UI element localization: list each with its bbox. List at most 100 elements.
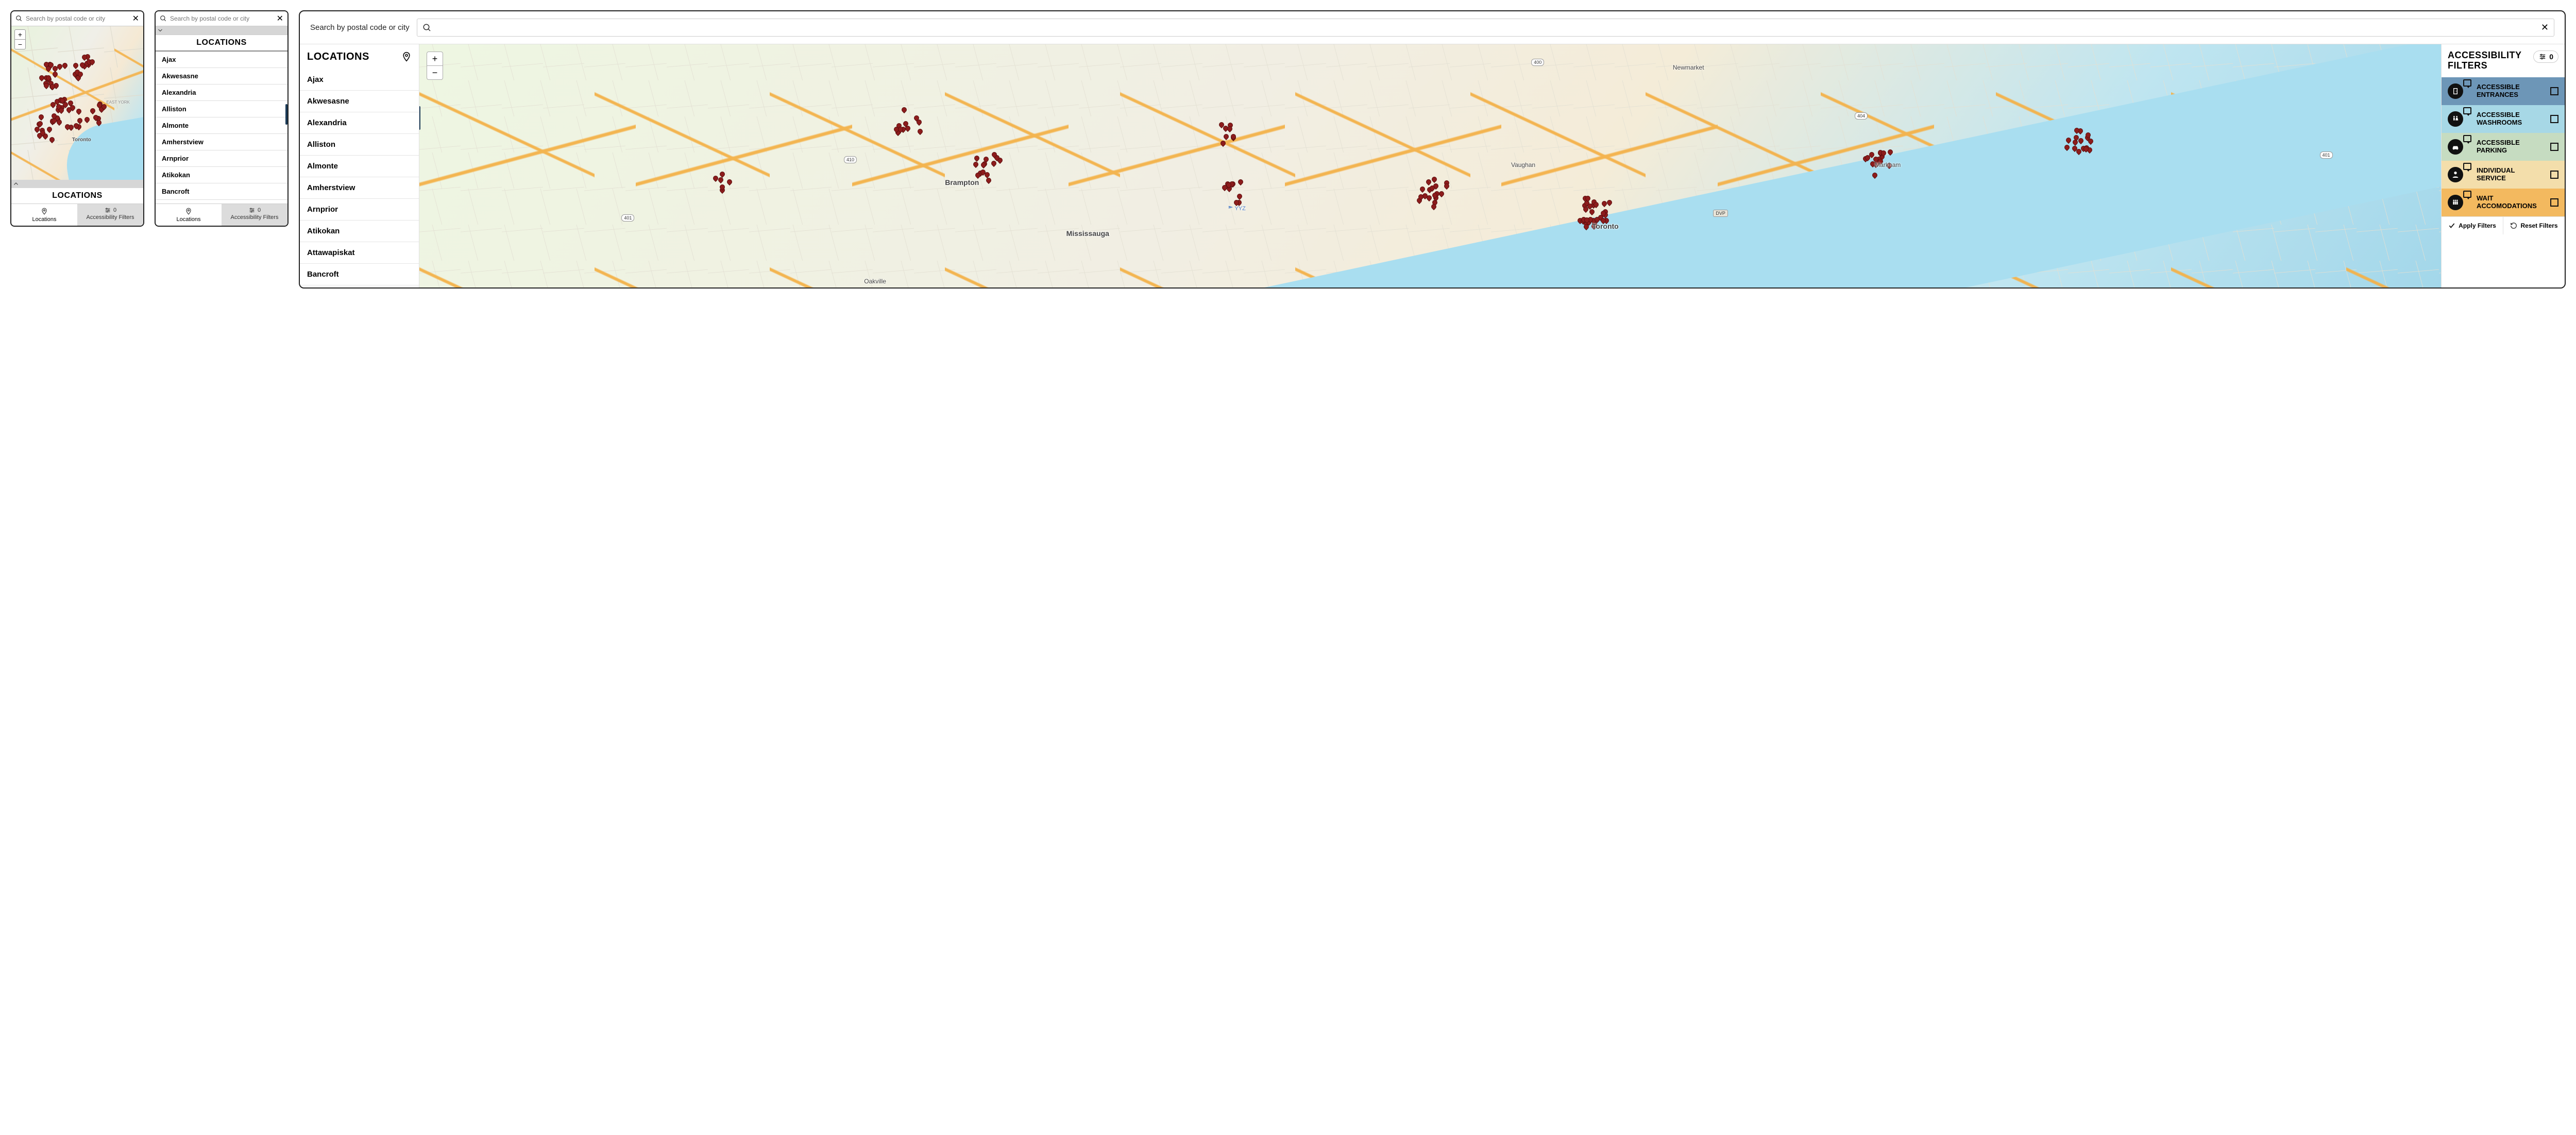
clear-search-button[interactable]: ✕ <box>277 13 283 24</box>
location-row[interactable]: Bancroft <box>156 183 287 200</box>
map-pin[interactable] <box>1223 133 1230 140</box>
filter-row[interactable]: WAIT ACCOMODATIONS <box>2442 189 2565 216</box>
map-pin[interactable] <box>1438 190 1445 197</box>
location-row[interactable]: Akwesasne <box>300 91 419 112</box>
search-icon <box>15 15 23 22</box>
tab-filters[interactable]: 0 Accessibility Filters <box>77 204 143 226</box>
filter-count: 0 <box>2549 53 2553 61</box>
expand-chevron[interactable] <box>11 180 143 188</box>
tab-filters[interactable]: 0 Accessibility Filters <box>222 204 287 226</box>
filter-checkbox[interactable] <box>2550 171 2558 179</box>
filter-checkbox[interactable] <box>2550 87 2558 95</box>
map-pin[interactable] <box>1237 178 1244 185</box>
mobile-tabs: Locations 0 Accessibility Filters <box>11 204 143 226</box>
map-pin[interactable] <box>726 178 733 185</box>
filter-row[interactable]: ACCESSIBLE PARKING <box>2442 133 2565 161</box>
city-label: Toronto <box>1592 222 1619 230</box>
location-row[interactable]: Arnprior <box>156 150 287 167</box>
tooltip-icon[interactable] <box>2463 107 2471 114</box>
locations-header: LOCATIONS <box>300 44 419 69</box>
location-row[interactable]: Attawapiskat <box>300 242 419 264</box>
map-pin[interactable] <box>72 62 79 69</box>
location-row[interactable]: Alliston <box>300 134 419 156</box>
map-pin[interactable] <box>917 128 924 135</box>
location-row[interactable]: Alliston <box>156 101 287 117</box>
tooltip-icon[interactable] <box>2463 135 2471 142</box>
location-row[interactable]: Arnprior <box>300 199 419 221</box>
map-pin[interactable] <box>46 126 53 133</box>
tooltip-icon[interactable] <box>2463 191 2471 198</box>
map-pin[interactable] <box>1419 185 1426 193</box>
map[interactable]: + − Toronto EAST YORK <box>11 26 143 180</box>
city-label: Mississauga <box>1066 229 1109 238</box>
filter-label: ACCESSIBLE WASHROOMS <box>2468 111 2545 127</box>
map[interactable]: + − NewmarketVaughanMarkhamBramptonMissi… <box>419 44 2441 287</box>
search-input[interactable] <box>170 15 274 22</box>
collapse-chevron[interactable] <box>156 26 287 35</box>
scrollbar-thumb[interactable] <box>285 104 287 125</box>
location-row[interactable]: Bancroft <box>300 264 419 285</box>
highway-shield: 400 <box>1531 59 1544 66</box>
map-pin[interactable] <box>61 62 69 69</box>
map-pin[interactable] <box>1219 140 1227 147</box>
check-icon <box>2448 222 2455 229</box>
tab-locations[interactable]: Locations <box>156 204 222 226</box>
filter-checkbox[interactable] <box>2550 115 2558 123</box>
map-pin[interactable] <box>1606 199 1613 206</box>
scrollbar-thumb[interactable] <box>419 106 420 130</box>
map-pin[interactable] <box>1236 193 1243 200</box>
map-pin[interactable] <box>48 135 56 143</box>
clear-search-button[interactable]: ✕ <box>2541 22 2549 33</box>
filters-list: ACCESSIBLE ENTRANCES ACCESSIBLE WASHROOMS… <box>2442 77 2565 216</box>
tooltip-icon[interactable] <box>2463 79 2471 87</box>
search-icon <box>422 23 432 32</box>
city-label: EAST YORK <box>106 100 130 105</box>
search-input[interactable] <box>26 15 129 22</box>
zoom-in-button[interactable]: + <box>427 52 443 65</box>
location-row[interactable]: Alexandria <box>156 84 287 101</box>
map-pin[interactable] <box>83 116 91 123</box>
zoom-out-button[interactable]: − <box>427 65 443 79</box>
map-pin[interactable] <box>901 106 908 113</box>
location-row[interactable]: Amherstview <box>156 134 287 150</box>
filter-row[interactable]: ACCESSIBLE ENTRANCES <box>2442 77 2565 105</box>
city-label: Oakville <box>864 278 886 285</box>
location-row[interactable]: Akwesasne <box>156 68 287 84</box>
tab-locations[interactable]: Locations <box>11 204 77 226</box>
filter-checkbox[interactable] <box>2550 198 2558 207</box>
tooltip-icon[interactable] <box>2463 163 2471 170</box>
reset-filters-button[interactable]: Reset Filters <box>2503 217 2565 234</box>
location-row[interactable]: Almonte <box>156 117 287 134</box>
highway-shield: DVP <box>1713 210 1728 217</box>
map-pin[interactable] <box>75 108 82 115</box>
city-label: Toronto <box>72 137 91 143</box>
location-row[interactable]: Alexandria <box>300 112 419 134</box>
location-row[interactable]: Amherstview <box>300 177 419 199</box>
pin-icon <box>401 50 412 63</box>
map-pin[interactable] <box>973 154 980 161</box>
zoom-in-button[interactable]: + <box>15 30 25 39</box>
location-row[interactable]: Atikokan <box>300 221 419 242</box>
location-row[interactable]: Ajax <box>156 52 287 68</box>
zoom-out-button[interactable]: − <box>15 39 25 49</box>
filter-checkbox[interactable] <box>2550 143 2558 151</box>
map-pin[interactable] <box>972 161 979 168</box>
location-row[interactable]: Almonte <box>300 156 419 177</box>
map-pin[interactable] <box>89 107 96 114</box>
search-field: ✕ <box>417 19 2554 37</box>
location-row[interactable]: Atikokan <box>156 167 287 183</box>
location-row[interactable]: Ajax <box>300 69 419 91</box>
map-pin[interactable] <box>1431 176 1438 183</box>
search-input[interactable] <box>437 24 2536 32</box>
filter-row[interactable]: INDIVIDUAL SERVICE <box>2442 161 2565 189</box>
person-icon <box>2448 167 2463 182</box>
map-pin[interactable] <box>38 113 45 121</box>
clear-search-button[interactable]: ✕ <box>132 13 139 24</box>
locations-list[interactable]: AjaxAkwesasneAlexandriaAllistonAlmonteAm… <box>300 69 419 287</box>
search-bar: Search by postal code or city ✕ <box>300 11 2565 44</box>
apply-filters-button[interactable]: Apply Filters <box>2442 217 2503 234</box>
filter-row[interactable]: ACCESSIBLE WASHROOMS <box>2442 105 2565 133</box>
filter-label: ACCESSIBLE ENTRANCES <box>2468 83 2545 99</box>
locations-list[interactable]: AjaxAkwesasneAlexandriaAllistonAlmonteAm… <box>156 52 287 204</box>
search-label: Search by postal code or city <box>310 23 410 32</box>
